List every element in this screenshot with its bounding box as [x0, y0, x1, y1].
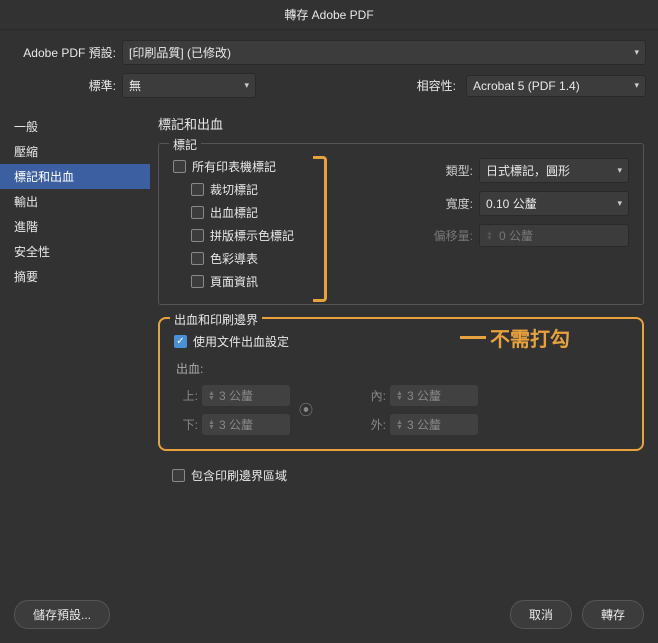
include-slug-checkbox[interactable]: [172, 469, 185, 482]
bleed-outside-value: 3 公釐: [407, 416, 441, 433]
chevron-down-icon: ▾: [617, 165, 622, 176]
bleed-fieldset: 出血和印刷邊界 使用文件出血設定 出血: 上: ▲▼ 3 公釐: [158, 317, 644, 451]
bleed-marks-checkbox[interactable]: [191, 206, 204, 219]
offset-label: 偏移量:: [425, 227, 473, 244]
color-bars-label: 色彩導表: [210, 250, 258, 267]
bleed-bottom-value: 3 公釐: [219, 416, 253, 433]
registration-label: 拼版標示色標記: [210, 227, 294, 244]
type-label: 類型:: [425, 162, 473, 179]
width-label: 寬度:: [425, 195, 473, 212]
all-printers-label: 所有印表機標記: [192, 158, 276, 175]
export-button[interactable]: 轉存: [582, 600, 644, 629]
page-info-checkbox[interactable]: [191, 275, 204, 288]
trim-checkbox[interactable]: [191, 183, 204, 196]
bleed-top-stepper: ▲▼ 3 公釐: [202, 385, 290, 406]
chevron-down-icon: ▾: [634, 47, 639, 58]
standard-label: 標準:: [12, 77, 116, 94]
include-slug-label: 包含印刷邊界區域: [191, 467, 287, 484]
offset-stepper: ▲▼ 0 公釐: [479, 224, 629, 247]
color-bars-checkbox[interactable]: [191, 252, 204, 265]
sidebar-item-summary[interactable]: 摘要: [0, 264, 150, 289]
bleed-legend: 出血和印刷邊界: [170, 311, 262, 328]
bleed-heading: 出血:: [176, 360, 628, 377]
use-doc-bleed-label: 使用文件出血設定: [193, 333, 289, 350]
chevron-down-icon: ▾: [617, 198, 622, 209]
bleed-marks-label: 出血標記: [210, 204, 258, 221]
section-title: 標記和出血: [158, 114, 644, 133]
compat-label: 相容性:: [417, 77, 460, 94]
link-icon: ⦿: [298, 396, 314, 424]
sidebar-item-compression[interactable]: 壓縮: [0, 139, 150, 164]
width-select[interactable]: 0.10 公釐 ▾: [479, 191, 629, 216]
sidebar-item-advanced[interactable]: 進階: [0, 214, 150, 239]
compat-select[interactable]: Acrobat 5 (PDF 1.4) ▾: [466, 75, 646, 97]
bleed-inside-stepper: ▲▼ 3 公釐: [390, 385, 478, 406]
registration-checkbox[interactable]: [191, 229, 204, 242]
bleed-bottom-label: 下:: [174, 416, 198, 433]
bracket-annotation: [313, 156, 327, 302]
cancel-button[interactable]: 取消: [510, 600, 572, 629]
sidebar-item-security[interactable]: 安全性: [0, 239, 150, 264]
bleed-top-label: 上:: [174, 387, 198, 404]
bleed-inside-label: 內:: [362, 387, 386, 404]
bleed-bottom-stepper: ▲▼ 3 公釐: [202, 414, 290, 435]
page-info-label: 頁面資訊: [210, 273, 258, 290]
sidebar-item-output[interactable]: 輸出: [0, 189, 150, 214]
standard-value: 無: [129, 77, 141, 94]
save-preset-button[interactable]: 儲存預設...: [14, 600, 110, 629]
all-printers-checkbox[interactable]: [173, 160, 186, 173]
offset-value: 0 公釐: [499, 227, 533, 244]
standard-select[interactable]: 無 ▾: [122, 73, 256, 98]
dialog-title: 轉存 Adobe PDF: [0, 0, 658, 30]
marks-fieldset: 標記 所有印表機標記 裁切標記 出血標記: [158, 143, 644, 305]
use-doc-bleed-checkbox[interactable]: [174, 335, 187, 348]
preset-label: Adobe PDF 預設:: [12, 44, 116, 61]
chevron-down-icon: ▾: [244, 80, 249, 91]
sidebar-item-general[interactable]: 一般: [0, 114, 150, 139]
preset-value: [印刷品質] (已修改): [129, 44, 231, 61]
marks-legend: 標記: [169, 136, 201, 153]
bleed-top-value: 3 公釐: [219, 387, 253, 404]
type-value: 日式標記，圓形: [486, 162, 570, 179]
bleed-inside-value: 3 公釐: [407, 387, 441, 404]
chevron-down-icon: ▾: [634, 80, 639, 91]
width-value: 0.10 公釐: [486, 195, 537, 212]
sidebar-item-marks-bleed[interactable]: 標記和出血: [0, 164, 150, 189]
sidebar: 一般 壓縮 標記和出血 輸出 進階 安全性 摘要: [0, 108, 150, 590]
bleed-outside-label: 外:: [362, 416, 386, 433]
preset-select[interactable]: [印刷品質] (已修改) ▾: [122, 40, 646, 65]
trim-label: 裁切標記: [210, 181, 258, 198]
compat-value: Acrobat 5 (PDF 1.4): [473, 79, 580, 93]
type-select[interactable]: 日式標記，圓形 ▾: [479, 158, 629, 183]
bleed-outside-stepper: ▲▼ 3 公釐: [390, 414, 478, 435]
